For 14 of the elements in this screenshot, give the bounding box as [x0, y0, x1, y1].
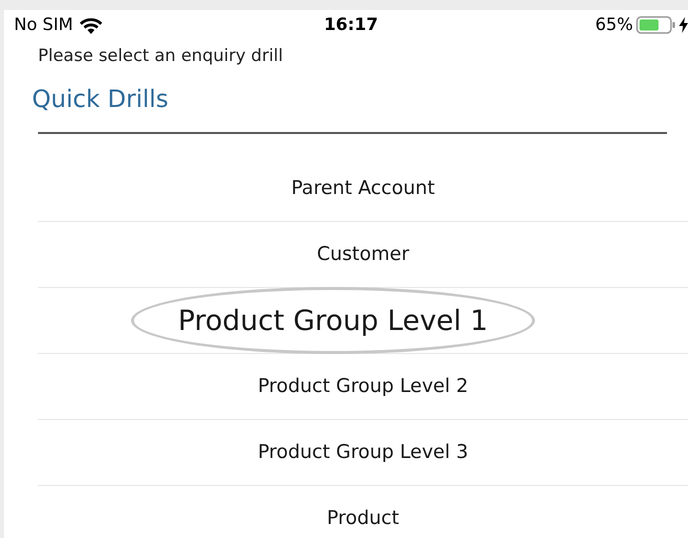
prompt-text: Please select an enquiry drill: [38, 45, 284, 68]
charging-bolt-icon: [679, 17, 688, 33]
carrier-name: No SIM: [14, 15, 73, 35]
drill-option[interactable]: Product: [326, 507, 400, 529]
section-title: Quick Drills: [32, 84, 170, 115]
drill-option[interactable]: Customer: [316, 243, 410, 265]
battery-icon: [636, 16, 676, 34]
drill-option[interactable]: Parent Account: [291, 176, 435, 198]
wifi-icon: [79, 16, 103, 34]
battery-percent: 65%: [595, 15, 633, 35]
selected-drill-option[interactable]: Product Group Level 1: [131, 286, 535, 354]
clock-time: 16:17: [324, 15, 378, 35]
drill-option[interactable]: Product Group Level 3: [258, 441, 468, 463]
drill-option[interactable]: Product Group Level 2: [258, 375, 468, 397]
